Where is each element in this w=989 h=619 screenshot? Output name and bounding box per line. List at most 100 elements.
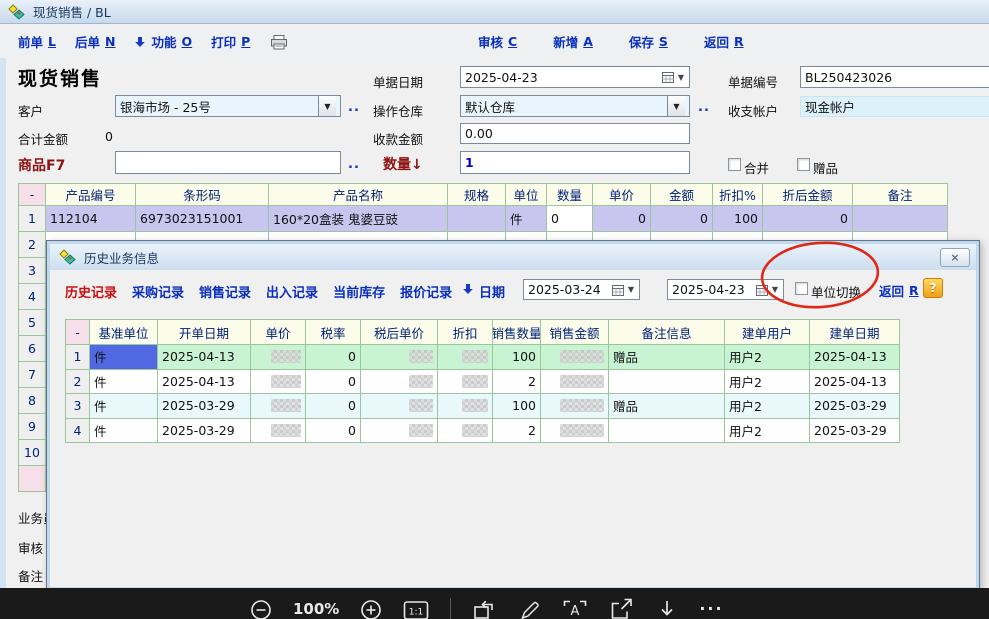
row-number[interactable]: 1 (66, 345, 90, 370)
cell[interactable]: 2025-04-13 (158, 370, 251, 395)
cell[interactable]: 件 (90, 419, 158, 444)
gift-checkbox[interactable] (797, 158, 810, 171)
tab-purchase[interactable]: 采购记录 (132, 282, 184, 301)
qty-input[interactable]: 1 (460, 151, 690, 174)
cell[interactable]: 2025-04-13 (158, 345, 251, 370)
row-number[interactable]: 3 (66, 394, 90, 419)
account-field[interactable]: 现金帐户 (800, 96, 989, 117)
cell[interactable]: 0 (763, 206, 853, 232)
row-number[interactable]: 2 (19, 232, 46, 258)
cell[interactable] (438, 370, 493, 395)
cell[interactable]: 赠品 (609, 394, 725, 419)
text-extract-button[interactable]: A (562, 598, 588, 619)
merge-checkbox[interactable] (728, 158, 741, 171)
cell-editing[interactable]: 0 (547, 206, 593, 232)
cell[interactable] (251, 345, 306, 370)
cell[interactable]: 6973023151001 (136, 206, 269, 232)
cell[interactable] (541, 419, 609, 444)
row-number[interactable]: 5 (19, 310, 46, 336)
date-to-input[interactable]: 2025-04-23 ▼ (667, 279, 784, 300)
cell[interactable] (438, 394, 493, 419)
cell[interactable]: 赠品 (609, 345, 725, 370)
row-number[interactable]: 8 (19, 388, 46, 414)
dropdown-button[interactable]: ▼ (318, 96, 336, 116)
product-input[interactable] (115, 151, 341, 174)
cell[interactable] (361, 370, 438, 395)
customer-browse-button[interactable]: .. (348, 100, 360, 115)
zoom-level[interactable]: 100% (293, 600, 339, 618)
calendar-dropdown-button[interactable]: ▼ (662, 71, 685, 83)
cell[interactable]: 0 (306, 419, 361, 444)
doc-date-input[interactable]: 2025-04-23 ▼ (460, 66, 690, 88)
cell[interactable]: 用户2 (725, 419, 810, 444)
cell[interactable] (361, 394, 438, 419)
tab-sales[interactable]: 销售记录 (199, 282, 251, 301)
cell[interactable]: 0 (306, 345, 361, 370)
cell[interactable] (609, 419, 725, 444)
row-number[interactable]: 6 (19, 336, 46, 362)
row-number[interactable]: 3 (19, 258, 46, 284)
cell[interactable] (438, 345, 493, 370)
cell[interactable]: 用户2 (725, 345, 810, 370)
row-number[interactable]: 4 (19, 284, 46, 310)
cell[interactable]: 件 (506, 206, 547, 232)
edit-pencil-button[interactable] (518, 598, 541, 619)
printer-icon[interactable] (269, 34, 289, 50)
dialog-return-button[interactable]: 返回R (879, 281, 919, 300)
cell[interactable]: 用户2 (725, 394, 810, 419)
cell[interactable] (361, 345, 438, 370)
cell[interactable]: 2025-03-29 (810, 419, 900, 444)
cell[interactable] (541, 394, 609, 419)
back-button[interactable]: 返回R (704, 32, 744, 51)
tab-stock[interactable]: 当前库存 (333, 282, 385, 301)
row-number[interactable]: 7 (19, 362, 46, 388)
prev-doc-button[interactable]: 前单L (18, 32, 56, 51)
cell[interactable] (541, 370, 609, 395)
cell[interactable] (541, 345, 609, 370)
warehouse-combo[interactable]: 默认仓库 ▼ (460, 95, 690, 117)
save-download-button[interactable] (656, 598, 678, 619)
cell[interactable]: 2025-03-29 (158, 419, 251, 444)
cell[interactable]: 100 (713, 206, 763, 232)
cell[interactable] (251, 419, 306, 444)
cell[interactable] (361, 419, 438, 444)
dialog-close-button[interactable]: × (940, 248, 970, 267)
dropdown-button[interactable]: ▼ (667, 96, 685, 116)
cell[interactable]: 2025-03-29 (158, 394, 251, 419)
help-button[interactable]: ? (923, 278, 943, 298)
cell[interactable]: 0 (593, 206, 651, 232)
received-input[interactable]: 0.00 (460, 123, 690, 144)
cell[interactable] (853, 206, 948, 232)
rotate-button[interactable] (472, 598, 497, 619)
cell[interactable]: 100 (493, 345, 541, 370)
row-number[interactable]: 9 (19, 414, 46, 440)
zoom-in-button[interactable] (360, 598, 382, 619)
cell[interactable] (251, 394, 306, 419)
row-number[interactable]: 1 (19, 206, 46, 232)
row-number[interactable]: 2 (66, 370, 90, 395)
cell[interactable]: 100 (493, 394, 541, 419)
row-number[interactable]: 4 (66, 419, 90, 444)
cell[interactable]: 2 (493, 419, 541, 444)
row-number[interactable]: 10 (19, 440, 46, 466)
cell-selected[interactable]: 件 (90, 345, 158, 370)
cell[interactable] (251, 370, 306, 395)
zoom-out-button[interactable] (250, 598, 272, 619)
actual-size-button[interactable]: 1:1 (403, 598, 429, 619)
warehouse-browse-button[interactable]: .. (698, 100, 710, 115)
cell[interactable] (609, 370, 725, 395)
cell[interactable]: 2 (493, 370, 541, 395)
unit-switch-checkbox[interactable] (795, 282, 808, 295)
cell[interactable]: 112104 (46, 206, 136, 232)
doc-no-input[interactable]: BL250423026 (800, 66, 989, 88)
cell[interactable] (438, 419, 493, 444)
print-button[interactable]: 打印P (211, 32, 250, 51)
cell[interactable]: 件 (90, 370, 158, 395)
save-button[interactable]: 保存S (629, 32, 668, 51)
product-browse-button[interactable]: .. (348, 157, 360, 172)
cell[interactable]: 用户2 (725, 370, 810, 395)
tab-in-out[interactable]: 出入记录 (266, 282, 318, 301)
more-options-button[interactable]: ··· (699, 599, 723, 618)
cell[interactable] (448, 206, 506, 232)
cell[interactable]: 2025-03-29 (810, 394, 900, 419)
